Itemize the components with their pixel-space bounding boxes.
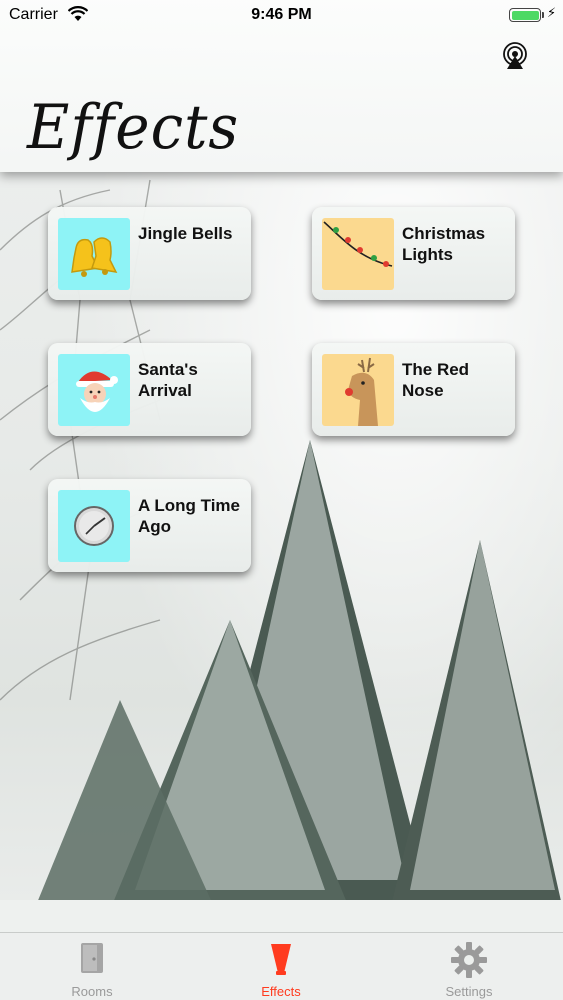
reindeer-icon (322, 354, 394, 426)
effect-label: Christmas Lights (402, 224, 486, 264)
clock-icon (58, 490, 130, 562)
airplay-icon[interactable] (501, 42, 529, 70)
clock-time: 9:46 PM (251, 6, 312, 23)
charging-icon: ⚡ (547, 5, 557, 20)
gear-icon (450, 941, 488, 984)
effect-card-the-red-nose[interactable]: The Red Nose (312, 343, 515, 436)
header: Carrier 9:46 PM ⚡ Effects (0, 0, 563, 172)
string-lights-icon (322, 218, 394, 290)
effect-card-jingle-bells[interactable]: Jingle Bells (48, 207, 251, 300)
battery-icon (509, 8, 541, 22)
tab-effects[interactable]: Effects (211, 933, 351, 1000)
tab-label: Rooms (71, 984, 113, 999)
status-bar: Carrier 9:46 PM ⚡ (0, 0, 563, 30)
effect-card-a-long-time-ago[interactable]: A Long Time Ago (48, 479, 251, 572)
battery-tip (542, 12, 544, 18)
tab-label: Effects (261, 984, 301, 999)
tab-bar: Rooms Effects Settings (0, 932, 563, 1000)
cone-icon (270, 941, 292, 982)
effect-label: The Red Nose (402, 360, 470, 400)
effect-card-christmas-lights[interactable]: Christmas Lights (312, 207, 515, 300)
effect-label: Santa's Arrival (138, 360, 198, 400)
page-title: Effects (27, 91, 240, 163)
door-icon (79, 941, 105, 980)
tab-rooms[interactable]: Rooms (22, 933, 162, 1000)
santa-icon (58, 354, 130, 426)
tab-settings[interactable]: Settings (399, 933, 539, 1000)
tab-label: Settings (445, 984, 493, 999)
effect-label: Jingle Bells (138, 224, 233, 243)
bells-icon (58, 218, 130, 290)
effect-card-santas-arrival[interactable]: Santa's Arrival (48, 343, 251, 436)
effect-label: A Long Time Ago (138, 496, 240, 536)
